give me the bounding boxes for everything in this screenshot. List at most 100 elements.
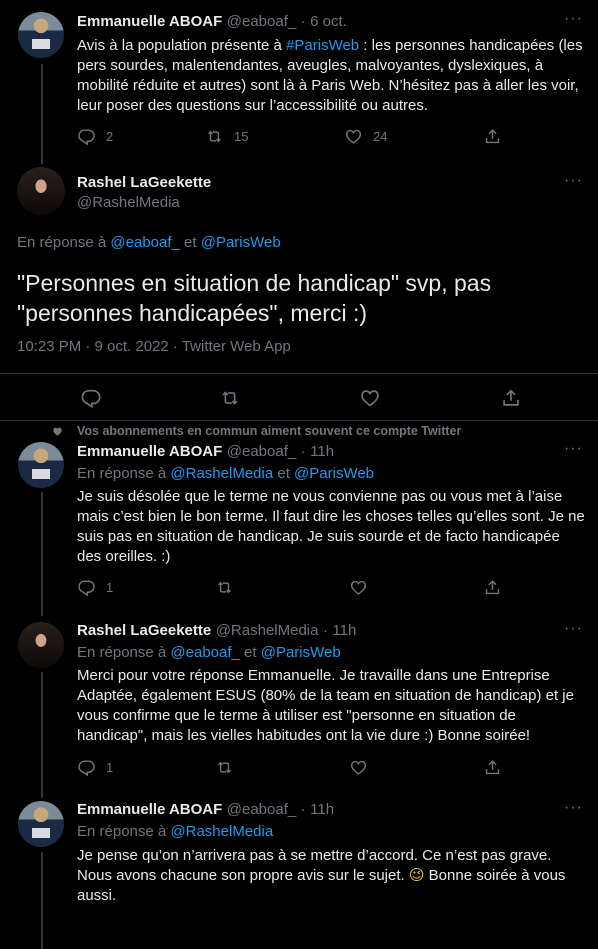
- retweet-icon: [219, 387, 241, 409]
- author-name[interactable]: Emmanuelle ABOAF: [77, 801, 222, 818]
- tweet-date[interactable]: 6 oct.: [310, 13, 347, 30]
- like-button[interactable]: [349, 578, 368, 597]
- avatar[interactable]: [18, 622, 64, 668]
- more-icon[interactable]: ···: [564, 172, 583, 190]
- tweet-date[interactable]: 11h: [310, 443, 334, 460]
- author-name[interactable]: Rashel LaGeekette: [77, 622, 211, 639]
- separator: ·: [300, 13, 306, 30]
- divider: [0, 373, 598, 374]
- avatar[interactable]: [18, 12, 64, 58]
- like-button[interactable]: 24: [344, 127, 387, 146]
- author-handle[interactable]: @eaboaf_: [227, 13, 296, 30]
- share-icon: [483, 758, 502, 777]
- reply-and: et: [184, 234, 197, 251]
- hashtag-link[interactable]: #ParisWeb: [286, 37, 359, 54]
- tweet-text: Merci pour votre réponse Emmanuelle. Je …: [77, 667, 574, 744]
- more-icon[interactable]: ···: [564, 440, 583, 458]
- mention-link[interactable]: @RashelMedia: [170, 823, 273, 840]
- retweet-icon: [205, 127, 224, 146]
- reply-count: 1: [106, 760, 114, 775]
- tweet-header: Rashel LaGeekette @RashelMedia · 11h: [77, 622, 356, 640]
- thread-line: [41, 64, 43, 164]
- heart-icon: [359, 387, 381, 409]
- mention-link[interactable]: @eaboaf_: [110, 234, 179, 251]
- author-handle[interactable]: @RashelMedia: [77, 194, 180, 211]
- mention-link[interactable]: @eaboaf_: [170, 644, 239, 661]
- retweet-button[interactable]: [215, 758, 234, 777]
- mention-link[interactable]: @ParisWeb: [261, 644, 341, 661]
- share-button[interactable]: [483, 578, 502, 597]
- reply-count: 2: [106, 129, 114, 144]
- reply-prefix: En réponse à: [77, 465, 167, 482]
- reply-context: En réponse à @eaboaf_ et @ParisWeb: [17, 234, 281, 251]
- share-button[interactable]: [500, 387, 522, 409]
- author-name[interactable]: Rashel LaGeekette: [77, 174, 211, 191]
- reply-icon: [80, 387, 102, 409]
- reply-prefix: En réponse à: [77, 644, 167, 661]
- like-count: 24: [373, 129, 388, 144]
- reply-button[interactable]: 1: [77, 758, 113, 777]
- share-icon: [483, 127, 502, 146]
- author-handle[interactable]: @RashelMedia: [216, 622, 319, 639]
- reply-button[interactable]: 1: [77, 578, 113, 597]
- reply-prefix: En réponse à: [17, 234, 107, 251]
- share-button[interactable]: [483, 758, 502, 777]
- reply-icon: [77, 127, 96, 146]
- more-icon[interactable]: ···: [564, 620, 583, 638]
- reply-and: et: [277, 465, 290, 482]
- author-name[interactable]: Emmanuelle ABOAF: [77, 443, 222, 460]
- separator: ·: [322, 622, 328, 639]
- retweet-icon: [215, 578, 234, 597]
- wink-emoji: 😉: [408, 867, 425, 884]
- retweet-button[interactable]: [215, 578, 234, 597]
- mention-link[interactable]: @ParisWeb: [201, 234, 281, 251]
- retweet-button[interactable]: 15: [205, 127, 248, 146]
- tweet-text: Je suis désolée que le terme ne vous con…: [77, 488, 585, 565]
- thread-line: [41, 672, 43, 798]
- heart-icon: [349, 578, 368, 597]
- author-name[interactable]: Emmanuelle ABOAF: [77, 13, 222, 30]
- social-context: Vos abonnements en commun aiment souvent…: [52, 424, 461, 438]
- like-button[interactable]: [359, 387, 381, 409]
- heart-icon: [344, 127, 363, 146]
- reply-context: En réponse à @RashelMedia: [77, 823, 273, 840]
- share-icon: [483, 578, 502, 597]
- divider: [0, 420, 598, 421]
- tweet-date[interactable]: 11h: [332, 622, 356, 639]
- social-context-text: Vos abonnements en commun aiment souvent…: [77, 424, 462, 438]
- tweet-date[interactable]: 11h: [310, 801, 334, 818]
- thread-line: [41, 492, 43, 616]
- reply-context: En réponse à @eaboaf_ et @ParisWeb: [77, 644, 341, 661]
- reply-prefix: En réponse à: [77, 823, 167, 840]
- author-handle[interactable]: @eaboaf_: [227, 443, 296, 460]
- main-tweet-text: "Personnes en situation de handicap" svp…: [17, 270, 492, 326]
- tweet-text-part: Avis à la population présente à: [77, 37, 287, 54]
- reply-button[interactable]: 2: [77, 127, 113, 146]
- retweet-button[interactable]: [219, 387, 241, 409]
- avatar[interactable]: [18, 801, 64, 847]
- like-button[interactable]: [349, 758, 368, 777]
- separator: ·: [300, 443, 306, 460]
- author-handle[interactable]: @eaboaf_: [227, 801, 296, 818]
- reply-icon: [77, 758, 96, 777]
- share-icon: [500, 387, 522, 409]
- tweet-header: Emmanuelle ABOAF @eaboaf_ · 11h: [77, 801, 334, 819]
- share-button[interactable]: [483, 127, 502, 146]
- more-icon[interactable]: ···: [564, 799, 583, 817]
- reply-button[interactable]: [80, 387, 102, 409]
- reply-count: 1: [106, 580, 114, 595]
- tweet-text: Avis à la population présente à #ParisWe…: [77, 36, 587, 116]
- retweet-count: 15: [234, 129, 249, 144]
- tweet-text: Je pense qu’on n’arrivera pas à se mettr…: [77, 846, 582, 906]
- avatar[interactable]: [17, 167, 65, 215]
- tweet-timestamp[interactable]: 10:23 PM · 9 oct. 2022 · Twitter Web App: [17, 338, 291, 355]
- more-icon[interactable]: ···: [564, 10, 583, 28]
- avatar[interactable]: [18, 442, 64, 488]
- reply-context: En réponse à @RashelMedia et @ParisWeb: [77, 465, 374, 482]
- reply-icon: [77, 578, 96, 597]
- mention-link[interactable]: @RashelMedia: [170, 465, 273, 482]
- mention-link[interactable]: @ParisWeb: [294, 465, 374, 482]
- separator: ·: [300, 801, 306, 818]
- heart-icon: [349, 758, 368, 777]
- heart-small-icon: [53, 427, 62, 436]
